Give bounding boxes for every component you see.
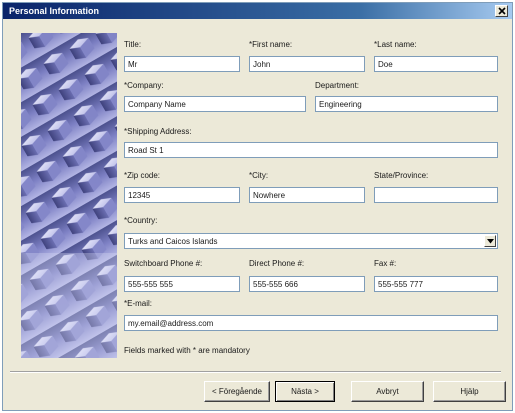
back-button[interactable]: < Föregående [204, 381, 270, 402]
last-name-input[interactable] [374, 56, 498, 72]
chevron-down-icon [487, 239, 494, 244]
fax-label: Fax #: [374, 259, 397, 268]
city-label: *City: [249, 171, 269, 180]
first-name-input[interactable] [249, 56, 365, 72]
title-bar[interactable]: Personal Information [3, 3, 512, 19]
country-selected-value: Turks and Caicos Islands [128, 237, 218, 246]
direct-phone-label: Direct Phone #: [249, 259, 305, 268]
shipping-address-label: *Shipping Address: [124, 127, 192, 136]
button-divider [10, 371, 501, 373]
city-input[interactable] [249, 187, 365, 203]
abstract-cubes-image [21, 33, 117, 358]
email-input[interactable] [124, 315, 498, 331]
title-label: Title: [124, 40, 142, 49]
direct-phone-input[interactable] [249, 276, 365, 292]
switchboard-phone-input[interactable] [124, 276, 240, 292]
department-input[interactable] [315, 96, 498, 112]
company-label: *Company: [124, 81, 164, 90]
fax-input[interactable] [374, 276, 498, 292]
mandatory-fields-note: Fields marked with * are mandatory [124, 346, 250, 355]
title-input[interactable] [124, 56, 240, 72]
department-label: Department: [315, 81, 360, 90]
first-name-label: *First name: [249, 40, 293, 49]
state-province-input[interactable] [374, 187, 498, 203]
email-label: *E-mail: [124, 299, 153, 308]
last-name-label: *Last name: [374, 40, 417, 49]
window-title: Personal Information [9, 6, 100, 16]
close-icon [498, 7, 506, 15]
state-province-label: State/Province: [374, 171, 429, 180]
shipping-address-input[interactable] [124, 142, 498, 158]
next-button[interactable]: Nästa > [275, 381, 335, 402]
close-button[interactable] [495, 5, 508, 17]
switchboard-phone-label: Switchboard Phone #: [124, 259, 203, 268]
company-input[interactable] [124, 96, 306, 112]
zip-code-label: *Zip code: [124, 171, 161, 180]
help-button[interactable]: Hjälp [433, 381, 506, 402]
country-label: *Country: [124, 216, 158, 225]
cancel-button[interactable]: Avbryt [351, 381, 424, 402]
zip-code-input[interactable] [124, 187, 240, 203]
country-dropdown-button[interactable] [484, 235, 496, 247]
country-select[interactable]: Turks and Caicos Islands [124, 233, 498, 249]
